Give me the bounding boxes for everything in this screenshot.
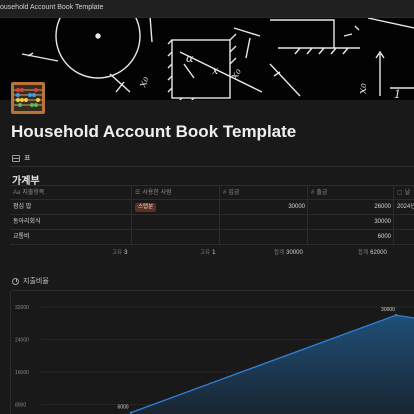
calc-expense-sum[interactable]: 합계 62000 bbox=[358, 248, 387, 256]
abacus-icon-graphic bbox=[11, 82, 45, 114]
y-tick-label: 16000 bbox=[15, 370, 29, 376]
y-tick-label: 8000 bbox=[15, 403, 26, 409]
table-row[interactable]: 동아리회식 30000 bbox=[10, 215, 414, 230]
row-expense-cell[interactable]: 30000 bbox=[308, 215, 394, 230]
window-titlebar: ousehold Account Book Template bbox=[0, 0, 414, 18]
row-item-cell[interactable]: 동아리회식 bbox=[10, 215, 130, 230]
chart-container[interactable]: 32000 24000 16000 8000 6000 30000 bbox=[10, 290, 414, 414]
window-title: ousehold Account Book Template bbox=[0, 4, 104, 11]
row-income-cell[interactable] bbox=[220, 230, 308, 245]
column-header-date[interactable]: ▢ 날 bbox=[394, 186, 414, 201]
blackboard-math-illustration: x₀ α x x₀ x₀ 1 bbox=[21, 18, 414, 100]
data-label: 30000 bbox=[381, 307, 395, 313]
row-date-cell[interactable]: 2024년 bbox=[394, 200, 414, 215]
row-expense-cell[interactable]: 6000 bbox=[308, 230, 394, 245]
table-header-row: Aa 지출항목 ☰ 사용한 사람 # 입금 # 출금 ▢ 날 bbox=[10, 185, 414, 201]
calc-item-count[interactable]: 고유 3 bbox=[112, 248, 127, 256]
tab-table-view[interactable]: 표 bbox=[12, 152, 30, 164]
column-header-item[interactable]: Aa 지출항목 bbox=[10, 186, 130, 201]
chart-view-label: 지출비율 bbox=[23, 278, 49, 285]
column-header-expense[interactable]: # 출금 bbox=[308, 186, 394, 201]
row-income-cell[interactable] bbox=[220, 215, 308, 230]
y-tick-label: 24000 bbox=[15, 338, 29, 344]
table-row[interactable]: 교통비 6000 bbox=[10, 230, 414, 245]
column-header-income[interactable]: # 입금 bbox=[220, 186, 308, 201]
area-chart: 32000 24000 16000 8000 6000 30000 bbox=[15, 305, 414, 414]
chart-area-fill bbox=[131, 315, 414, 414]
table-row[interactable]: 점심 밥 스텝분 30000 26000 2024년 bbox=[10, 200, 414, 215]
data-label: 6000 bbox=[117, 405, 128, 411]
svg-text:1: 1 bbox=[394, 88, 401, 100]
page-title: Household Account Book Template bbox=[11, 122, 297, 141]
row-item-cell[interactable]: 교통비 bbox=[10, 230, 130, 245]
tab-table-view-label: 표 bbox=[24, 155, 31, 162]
cover-image[interactable]: x₀ α x x₀ x₀ 1 bbox=[0, 18, 414, 100]
number-property-icon: # bbox=[223, 190, 227, 196]
view-divider bbox=[10, 166, 414, 167]
table-icon bbox=[12, 154, 20, 162]
person-tag: 스텝분 bbox=[135, 203, 157, 212]
row-income-cell[interactable]: 30000 bbox=[220, 200, 308, 215]
chart-view-tab[interactable]: 지출비율 bbox=[12, 276, 49, 286]
abacus-icon[interactable] bbox=[10, 81, 46, 115]
svg-text:α: α bbox=[186, 52, 194, 65]
svg-text:x₀: x₀ bbox=[136, 74, 152, 89]
number-property-icon: # bbox=[311, 190, 315, 196]
calc-income-sum[interactable]: 합계 30000 bbox=[274, 248, 303, 256]
data-point[interactable] bbox=[394, 313, 398, 317]
row-person-cell[interactable] bbox=[132, 215, 220, 230]
text-property-icon: Aa bbox=[13, 190, 21, 196]
multiselect-property-icon: ☰ bbox=[135, 190, 141, 196]
svg-text:x: x bbox=[212, 64, 219, 77]
row-expense-cell[interactable]: 26000 bbox=[308, 200, 394, 215]
database-table: Aa 지출항목 ☰ 사용한 사람 # 입금 # 출금 ▢ 날 점심 밥 스텝분 30000… bbox=[10, 185, 414, 245]
calendar-property-icon: ▢ bbox=[397, 190, 403, 196]
row-person-cell[interactable] bbox=[132, 230, 220, 245]
row-date-cell[interactable] bbox=[394, 230, 414, 245]
row-date-cell[interactable] bbox=[394, 215, 414, 230]
svg-text:x₀: x₀ bbox=[356, 83, 369, 94]
data-point[interactable] bbox=[129, 411, 133, 414]
calc-person-count[interactable]: 고유 1 bbox=[200, 248, 215, 256]
column-header-person[interactable]: ☰ 사용한 사람 bbox=[132, 186, 220, 201]
row-person-cell[interactable]: 스텝분 bbox=[132, 200, 220, 215]
y-tick-label: 32000 bbox=[15, 305, 29, 311]
chart-icon bbox=[12, 277, 19, 285]
row-item-cell[interactable]: 점심 밥 bbox=[10, 200, 130, 215]
